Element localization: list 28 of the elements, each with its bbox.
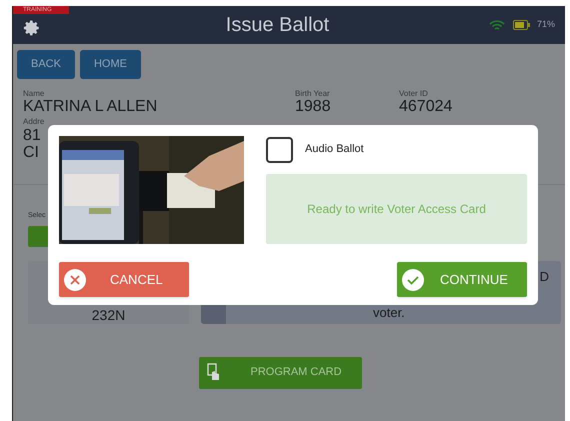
address-line: 81 [23, 127, 41, 144]
field-label: Name [23, 89, 46, 98]
voter-id: 467024 [399, 98, 452, 115]
close-icon [64, 268, 86, 290]
program-card-button[interactable]: PROGRAM CARD [198, 356, 362, 388]
cancel-button[interactable]: CANCEL [59, 262, 189, 297]
status-message: Ready to write Voter Access Card [266, 174, 527, 244]
wifi-icon [488, 20, 505, 30]
settings-icon[interactable] [23, 19, 41, 37]
continue-button[interactable]: CONTINUE [397, 262, 527, 297]
message-text: voter. [373, 304, 405, 322]
message-text: D [540, 268, 549, 286]
screen-title: Issue Ballot [224, 13, 330, 38]
field-label: Addre [23, 117, 44, 127]
battery-icon [512, 20, 531, 30]
voter-name: KATRINA L ALLEN [23, 98, 158, 115]
check-icon [402, 268, 424, 290]
field-label: Voter ID [399, 89, 429, 98]
checkbox-label: Audio Ballot [305, 142, 364, 158]
battery-percentage: 71% [536, 18, 555, 32]
nav-button[interactable]: BACK [17, 50, 75, 79]
audio-ballot-checkbox[interactable] [266, 136, 293, 162]
card-hand-icon [206, 362, 220, 382]
precinct-value: 232N [92, 306, 126, 322]
nav-button[interactable]: HOME [80, 50, 141, 79]
birth-year: 1988 [295, 98, 332, 115]
address-line: CI [23, 144, 39, 161]
field-label: Birth Year [295, 89, 331, 98]
